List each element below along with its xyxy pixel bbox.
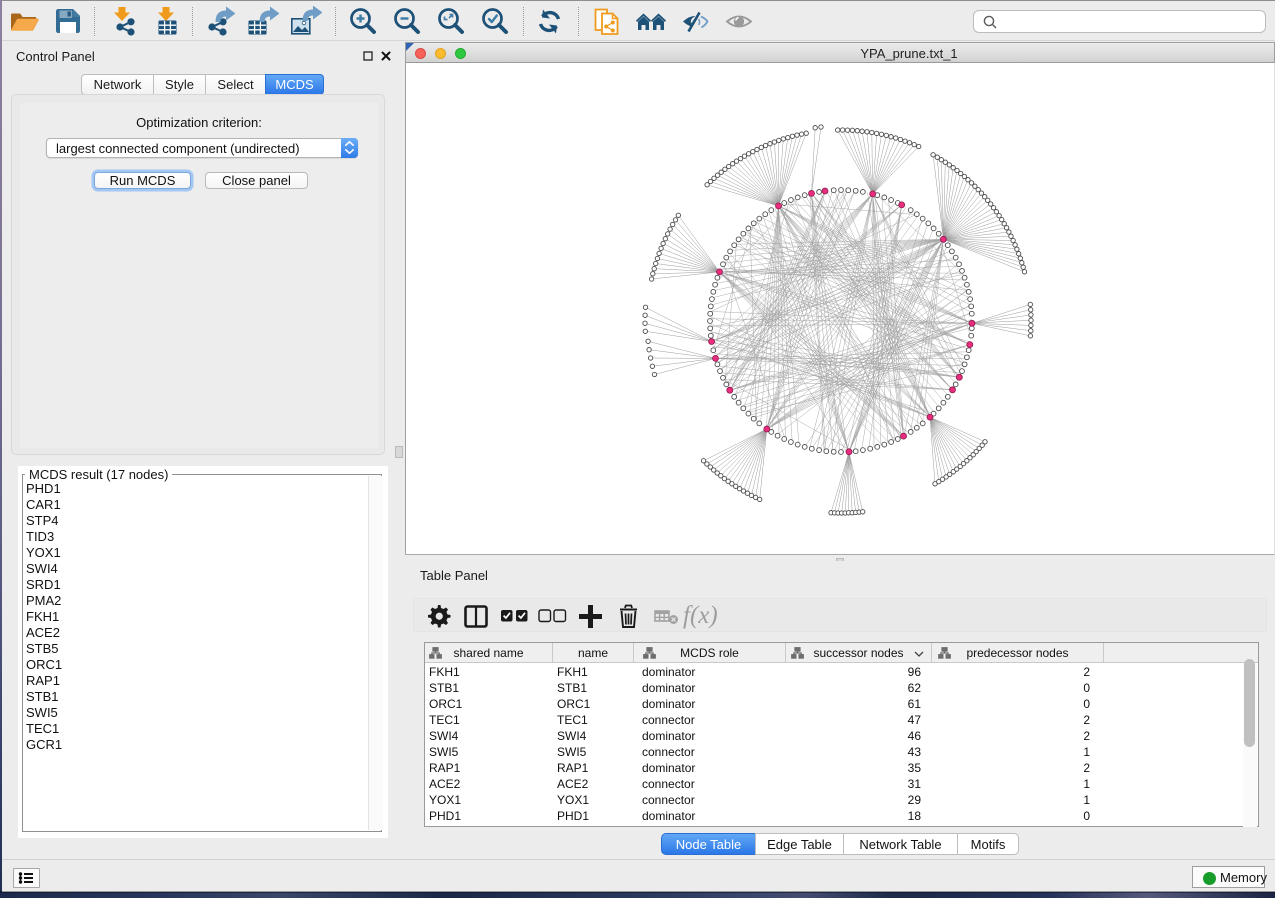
svg-text:f(x): f(x) [683,602,718,629]
